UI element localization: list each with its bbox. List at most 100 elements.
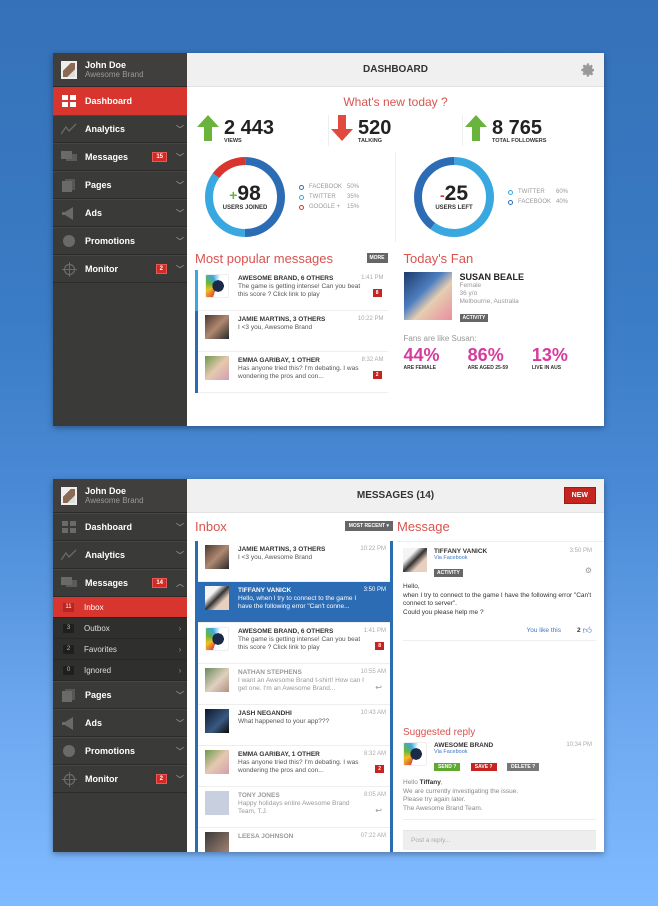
save-button[interactable]: SAVE ? xyxy=(470,763,497,771)
thumbs-up-icon[interactable]: 👍︎ xyxy=(583,625,592,636)
sidebar-item-dashboard[interactable]: Dashboard xyxy=(53,87,187,115)
subnav-ignored[interactable]: 0 Ignored › xyxy=(53,660,187,681)
chevron-down-icon[interactable]: ﹀ xyxy=(173,208,187,219)
pages-icon xyxy=(61,688,77,702)
sender-name[interactable]: TIFFANY VANICK xyxy=(434,548,487,555)
subnav-outbox[interactable]: 3 Outbox › xyxy=(53,618,187,639)
chevron-down-icon[interactable]: ﹀ xyxy=(173,180,187,191)
send-button[interactable]: SEND ? xyxy=(434,763,461,771)
sidebar-item-monitor[interactable]: Monitor 2 ﹀ xyxy=(53,255,187,283)
megaphone-icon xyxy=(61,716,77,730)
sidebar-item-monitor[interactable]: Monitor 2 ﹀ xyxy=(53,765,187,793)
message-preview: The game is getting intense! Can you bea… xyxy=(238,283,361,298)
sort-dropdown[interactable]: MOST RECENT ▾ xyxy=(344,521,393,531)
sender-avatar xyxy=(205,750,229,774)
sidebar-item-messages[interactable]: Messages 15 ﹀ xyxy=(53,143,187,171)
message-item[interactable]: JAMIE MARTINS, 3 OTHERS I <3 you, Awesom… xyxy=(198,541,390,582)
chevron-down-icon[interactable]: ﹀ xyxy=(173,718,187,729)
sender-via[interactable]: Via Facebook xyxy=(434,555,487,561)
sidebar-item-dashboard[interactable]: Dashboard ﹀ xyxy=(53,513,187,541)
left-legend: TWITTER 60% FACEBOOK 40% xyxy=(508,187,568,207)
chevron-down-icon[interactable]: ﹀ xyxy=(173,236,187,247)
message-item[interactable]: LEESA JOHNSON 07:22 AM xyxy=(198,828,390,852)
inbox-list[interactable]: JAMIE MARTINS, 3 OTHERS I <3 you, Awesom… xyxy=(195,541,393,852)
like-count: 2 xyxy=(576,627,581,634)
you-like-this-link[interactable]: You like this xyxy=(527,627,561,634)
sidebar-item-promotions[interactable]: Promotions ﹀ xyxy=(53,227,187,255)
legend-name: TWITTER xyxy=(309,194,336,200)
message-item[interactable]: EMMA GARIBAY, 1 OTHER Has anyone tried t… xyxy=(198,352,388,393)
sidebar-item-ads[interactable]: Ads ﹀ xyxy=(53,709,187,737)
subnav-favorites[interactable]: 2 Favorites › xyxy=(53,639,187,660)
user-profile[interactable]: John Doe Awesome Brand xyxy=(53,53,187,87)
chevron-down-icon[interactable]: ﹀ xyxy=(173,152,187,163)
sidebar-item-label: Ads xyxy=(85,718,103,728)
sidebar-item-ads[interactable]: Ads ﹀ xyxy=(53,199,187,227)
chevron-down-icon[interactable]: ﹀ xyxy=(173,124,187,135)
message-heading: Message xyxy=(397,518,450,534)
message-item[interactable]: TIFFANY VANICK Hello, when I try to conn… xyxy=(198,582,390,623)
new-message-button[interactable]: NEW xyxy=(563,487,596,504)
reply-greeting: Hello Tiffany, xyxy=(403,779,443,786)
subnav-inbox[interactable]: 11 Inbox xyxy=(53,597,187,618)
message-item[interactable]: AWESOME BRAND, 6 OTHERS The game is gett… xyxy=(198,270,388,311)
user-profile[interactable]: John Doe Awesome Brand xyxy=(53,479,187,513)
more-button[interactable]: MORE xyxy=(366,253,388,263)
sidebar-item-label: Analytics xyxy=(85,550,126,560)
message-item[interactable]: AWESOME BRAND, 6 OTHERS The game is gett… xyxy=(198,623,390,664)
count-badge: 2 xyxy=(63,644,74,654)
message-item[interactable]: EMMA GARIBAY, 1 OTHER Has anyone tried t… xyxy=(198,746,390,787)
inbox-section: Inbox MOST RECENT ▾ JAMIE MARTINS, 3 OTH… xyxy=(187,513,393,852)
chevron-down-icon[interactable]: ﹀ xyxy=(173,522,187,533)
post-reply-input[interactable]: Post a reply... xyxy=(403,830,596,850)
chevron-down-icon[interactable]: ﹀ xyxy=(173,774,187,785)
sidebar-item-label: Analytics xyxy=(85,124,126,134)
gear-icon[interactable]: ⚙ xyxy=(585,566,592,575)
chevron-down-icon[interactable]: ﹀ xyxy=(173,264,187,275)
message-time: 10:43 AM xyxy=(360,710,386,716)
chevron-down-icon[interactable]: ﹀ xyxy=(173,550,187,561)
chevron-down-icon[interactable]: ﹀ xyxy=(173,746,187,757)
legend-name: FACEBOOK xyxy=(518,199,552,205)
users-joined-card: +98 USERS JOINED FACEBOOK 50% TWITTER 35… xyxy=(187,152,396,242)
sidebar-item-pages[interactable]: Pages ﹀ xyxy=(53,681,187,709)
chart-line-icon xyxy=(61,548,77,562)
fan-stat-label: ARE FEMALE xyxy=(403,365,437,371)
gear-icon[interactable] xyxy=(580,62,596,78)
sidebar-item-analytics[interactable]: Analytics ﹀ xyxy=(53,541,187,569)
page-title: MESSAGES (14) xyxy=(356,490,435,501)
stat-talking: 520 TALKING xyxy=(329,115,463,146)
message-item[interactable]: TONY JONES Happy holidays entire Awesome… xyxy=(198,787,390,828)
reply-text: Hello Tiffany, We are currently investiga… xyxy=(403,779,596,813)
message-item[interactable]: JAMIE MARTINS, 3 OTHERS I <3 you, Awesom… xyxy=(198,311,388,352)
message-line: Could you please help me ? xyxy=(403,608,484,616)
fan-name[interactable]: SUSAN BEALE xyxy=(460,272,525,282)
joined-label: USERS JOINED xyxy=(222,204,268,211)
message-time: 8:05 AM xyxy=(363,792,386,798)
chevron-down-icon[interactable]: ﹀ xyxy=(173,690,187,701)
sidebar-item-label: Ads xyxy=(85,208,103,218)
sender-avatar xyxy=(205,274,229,298)
delete-button[interactable]: DELETE ? xyxy=(506,763,540,771)
fan-gender: Female xyxy=(459,282,482,289)
stat-value: 520 xyxy=(358,116,392,139)
chevron-up-icon[interactable]: ︿ xyxy=(173,578,187,589)
joined-legend: FACEBOOK 50% TWITTER 35% GOOGLE + 15% xyxy=(299,182,359,212)
message-preview: Happy holidays entire Awesome Brand Team… xyxy=(238,800,350,815)
legend-item: TWITTER 35% xyxy=(299,192,359,202)
fan-activity-button[interactable]: ACTIVITY xyxy=(459,314,489,322)
user-brand: Awesome Brand xyxy=(85,69,144,79)
stat-value: 2 443 xyxy=(224,116,275,139)
arrow-up-icon xyxy=(197,115,224,146)
sidebar-item-analytics[interactable]: Analytics ﹀ xyxy=(53,115,187,143)
count-badge: 15 xyxy=(152,152,167,162)
sidebar-item-label: Messages xyxy=(85,578,129,588)
sidebar-item-pages[interactable]: Pages ﹀ xyxy=(53,171,187,199)
message-item[interactable]: JASH NEGANDHI What happened to your app?… xyxy=(198,705,390,746)
sidebar-item-messages[interactable]: Messages 14 ︿ xyxy=(53,569,187,597)
legend-name: TWITTER xyxy=(518,189,545,195)
sender-activity-button[interactable]: ACTIVITY xyxy=(434,569,463,577)
message-preview: Hello, when I try to connect to the game… xyxy=(238,595,357,610)
sidebar-item-promotions[interactable]: Promotions ﹀ xyxy=(53,737,187,765)
message-item[interactable]: NATHAN STEPHENS I want an Awesome Brand … xyxy=(198,664,390,705)
